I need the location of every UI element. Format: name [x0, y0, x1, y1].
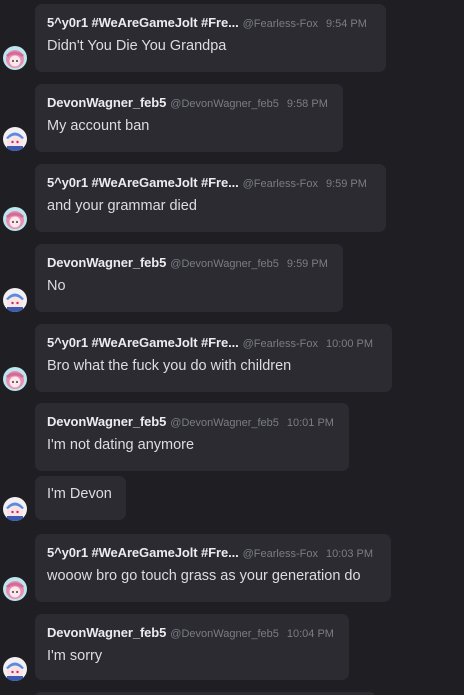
message-text: No — [47, 278, 66, 294]
message-header: DevonWagner_feb5 @DevonWagner_feb5 9:59 … — [47, 255, 331, 273]
message-timestamp: 9:58 PM — [286, 98, 328, 110]
message-text: wooow bro go touch grass as your generat… — [47, 568, 361, 584]
pink-hair-anime-avatar-icon — [3, 367, 27, 391]
message-bubble: DevonWagner_feb5 @DevonWagner_feb5 10:04… — [35, 614, 349, 680]
message-author-handle[interactable]: @DevonWagner_feb5 — [170, 98, 279, 110]
message-header: 5^y0r1 #WeAreGameJolt #Fre... @Fearless-… — [47, 175, 374, 193]
message-author-name[interactable]: DevonWagner_feb5 — [47, 255, 166, 270]
message-author-name[interactable]: 5^y0r1 #WeAreGameJolt #Fre... — [47, 15, 239, 30]
message-author-handle[interactable]: @Fearless-Fox — [243, 178, 318, 190]
pink-hair-anime-avatar-icon — [3, 577, 27, 601]
message-timestamp: 9:54 PM — [325, 18, 367, 30]
user-avatar[interactable] — [3, 367, 27, 391]
message-bubble: 5^y0r1 #WeAreGameJolt #Fre... @Fearless-… — [35, 324, 392, 392]
blue-hair-anime-avatar-icon — [3, 288, 27, 312]
user-avatar[interactable] — [3, 577, 27, 601]
message-author-handle[interactable]: @Fearless-Fox — [243, 338, 318, 350]
message-header: 5^y0r1 #WeAreGameJolt #Fre... @Fearless-… — [47, 335, 380, 353]
message-bubble: 5^y0r1 #WeAreGameJolt #Fre... @Fearless-… — [35, 164, 386, 232]
message-author-name[interactable]: 5^y0r1 #WeAreGameJolt #Fre... — [47, 175, 239, 190]
message-text: My account ban — [47, 118, 150, 134]
message-timestamp: 10:01 PM — [286, 417, 334, 429]
message-timestamp: 10:04 PM — [286, 628, 334, 640]
message-text: I'm sorry — [47, 648, 103, 664]
message-bubble: DevonWagner_feb5 @DevonWagner_feb5 9:59 … — [35, 244, 343, 312]
message-header: DevonWagner_feb5 @DevonWagner_feb5 10:04… — [47, 625, 337, 643]
user-avatar[interactable] — [3, 207, 27, 231]
message-text: and your grammar died — [47, 198, 197, 214]
message-bubble: DevonWagner_feb5 @DevonWagner_feb5 10:01… — [35, 403, 349, 471]
message-text: I'm Devon — [47, 486, 112, 502]
message-author-handle[interactable]: @DevonWagner_feb5 — [170, 258, 279, 270]
message-bubble: 5^y0r1 #WeAreGameJolt #Fre... @Fearless-… — [35, 534, 391, 602]
user-avatar[interactable] — [3, 497, 27, 521]
user-avatar[interactable] — [3, 127, 27, 151]
chat-feed[interactable]: 5^y0r1 #WeAreGameJolt #Fre... @Fearless-… — [0, 0, 464, 695]
message-timestamp: 10:03 PM — [325, 548, 374, 560]
user-avatar[interactable] — [3, 288, 27, 312]
message-author-handle[interactable]: @Fearless-Fox — [243, 18, 318, 30]
message-text: Bro what the fuck you do with children — [47, 358, 292, 374]
user-avatar[interactable] — [3, 46, 27, 70]
message-header: 5^y0r1 #WeAreGameJolt #Fre... @Fearless-… — [47, 545, 379, 563]
message-header: DevonWagner_feb5 @DevonWagner_feb5 10:01… — [47, 414, 337, 432]
message-author-handle[interactable]: @DevonWagner_feb5 — [170, 628, 279, 640]
message-author-name[interactable]: 5^y0r1 #WeAreGameJolt #Fre... — [47, 545, 239, 560]
message-author-handle[interactable]: @DevonWagner_feb5 — [170, 417, 279, 429]
message-author-name[interactable]: 5^y0r1 #WeAreGameJolt #Fre... — [47, 335, 239, 350]
message-header: DevonWagner_feb5 @DevonWagner_feb5 9:58 … — [47, 95, 331, 113]
message-author-name[interactable]: DevonWagner_feb5 — [47, 95, 166, 110]
message-author-name[interactable]: DevonWagner_feb5 — [47, 414, 166, 429]
message-author-name[interactable]: DevonWagner_feb5 — [47, 625, 166, 640]
message-timestamp: 9:59 PM — [286, 258, 328, 270]
message-author-handle[interactable]: @Fearless-Fox — [243, 548, 318, 560]
message-timestamp: 10:00 PM — [325, 338, 374, 350]
user-avatar[interactable] — [3, 657, 27, 681]
message-text: Didn't You Die You Grandpa — [47, 38, 227, 54]
message-bubble: 5^y0r1 #WeAreGameJolt #Fre... @Fearless-… — [35, 4, 386, 72]
message-timestamp: 9:59 PM — [325, 178, 367, 190]
message-text: I'm not dating anymore — [47, 437, 195, 453]
message-bubble: I'm Devon — [35, 476, 126, 520]
pink-hair-anime-avatar-icon — [3, 207, 27, 231]
message-bubble: DevonWagner_feb5 @DevonWagner_feb5 9:58 … — [35, 84, 343, 152]
blue-hair-anime-avatar-icon — [3, 497, 27, 521]
pink-hair-anime-avatar-icon — [3, 46, 27, 70]
message-header: 5^y0r1 #WeAreGameJolt #Fre... @Fearless-… — [47, 15, 374, 33]
blue-hair-anime-avatar-icon — [3, 657, 27, 681]
blue-hair-anime-avatar-icon — [3, 127, 27, 151]
